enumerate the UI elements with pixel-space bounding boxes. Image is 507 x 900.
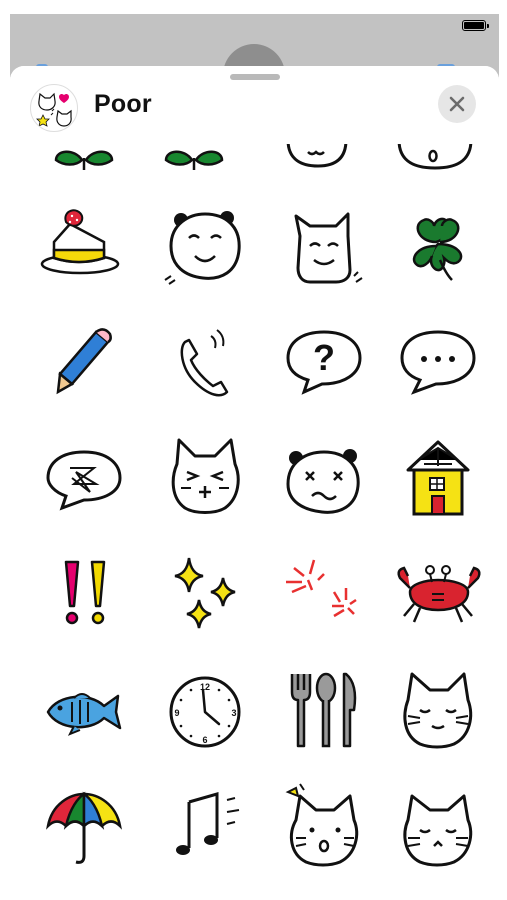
sticker-umbrella[interactable] bbox=[34, 776, 134, 876]
sticker-exclamation[interactable] bbox=[34, 544, 134, 644]
sticker-sparkles[interactable] bbox=[155, 544, 255, 644]
sheet-grabber[interactable] bbox=[230, 74, 280, 80]
svg-text:6: 6 bbox=[202, 735, 207, 745]
music-notes-icon bbox=[176, 792, 240, 855]
clock-icon: 12 3 6 9 bbox=[169, 676, 241, 748]
sticker-cat-surprised[interactable] bbox=[274, 776, 374, 876]
sticker-pack-icon bbox=[36, 92, 72, 127]
sticker-anger[interactable] bbox=[274, 544, 374, 644]
sticker-cat-content[interactable] bbox=[388, 660, 488, 760]
sticker-scribble[interactable] bbox=[34, 428, 134, 528]
sticker-sheet: ? 12 3 6 9 Poor bbox=[10, 66, 499, 900]
cat-sleepy-icon bbox=[403, 794, 473, 867]
sticker-grid: ? 12 3 6 9 bbox=[10, 66, 499, 900]
fork-spoon-knife-icon bbox=[290, 672, 357, 748]
sticker-phone[interactable] bbox=[155, 312, 255, 412]
sticker-pencil[interactable] bbox=[34, 312, 134, 412]
sticker-panda[interactable] bbox=[155, 196, 255, 296]
sticker-clover[interactable] bbox=[388, 196, 488, 296]
sticker-clock[interactable]: 12 3 6 9 bbox=[155, 660, 255, 760]
svg-text:?: ? bbox=[313, 337, 335, 378]
yellow-house-icon bbox=[406, 440, 470, 516]
sticker-cutlery[interactable] bbox=[274, 660, 374, 760]
sticker-cake[interactable] bbox=[34, 196, 134, 296]
close-x-icon bbox=[449, 96, 465, 112]
four-leaf-clover-icon bbox=[412, 217, 463, 281]
panda-smile-icon bbox=[164, 211, 241, 285]
telephone-icon bbox=[180, 329, 229, 397]
svg-text:12: 12 bbox=[200, 682, 210, 692]
double-exclamation-icon bbox=[64, 560, 106, 625]
sticker-ellipsis[interactable] bbox=[388, 312, 488, 412]
sticker-crab[interactable] bbox=[388, 544, 488, 644]
sparkles-icon bbox=[174, 557, 236, 629]
close-button[interactable] bbox=[438, 85, 476, 123]
ellipsis-bubble-icon bbox=[400, 330, 476, 395]
sticker-house[interactable] bbox=[388, 428, 488, 528]
sticker-fish[interactable] bbox=[34, 660, 134, 760]
question-bubble-icon: ? bbox=[286, 330, 362, 395]
dog-smile-icon bbox=[294, 212, 363, 284]
sticker-panda-dizzy[interactable] bbox=[274, 428, 374, 528]
cat-surprised-icon bbox=[285, 783, 359, 867]
umbrella-icon bbox=[46, 791, 122, 864]
red-crab-icon bbox=[397, 565, 481, 623]
sticker-dog[interactable] bbox=[274, 196, 374, 296]
sticker-cat-frown[interactable] bbox=[155, 428, 255, 528]
sticker-cat-sleepy[interactable] bbox=[388, 776, 488, 876]
cat-frown-icon bbox=[171, 438, 240, 514]
sticker-music[interactable] bbox=[155, 776, 255, 876]
panda-dizzy-icon bbox=[286, 449, 360, 514]
strawberry-cake-icon bbox=[40, 209, 120, 275]
scribble-bubble-icon bbox=[46, 450, 122, 511]
svg-text:9: 9 bbox=[174, 708, 179, 718]
svg-text:3: 3 bbox=[231, 708, 236, 718]
pencil-icon bbox=[56, 328, 112, 395]
blue-fish-icon bbox=[46, 693, 122, 736]
sheet-title: Poor bbox=[94, 90, 152, 118]
cat-content-icon bbox=[403, 672, 473, 749]
anger-marks-icon bbox=[286, 559, 357, 618]
battery-icon bbox=[462, 20, 489, 31]
sticker-question[interactable]: ? bbox=[274, 312, 374, 412]
sticker-pack-avatar bbox=[30, 84, 78, 132]
